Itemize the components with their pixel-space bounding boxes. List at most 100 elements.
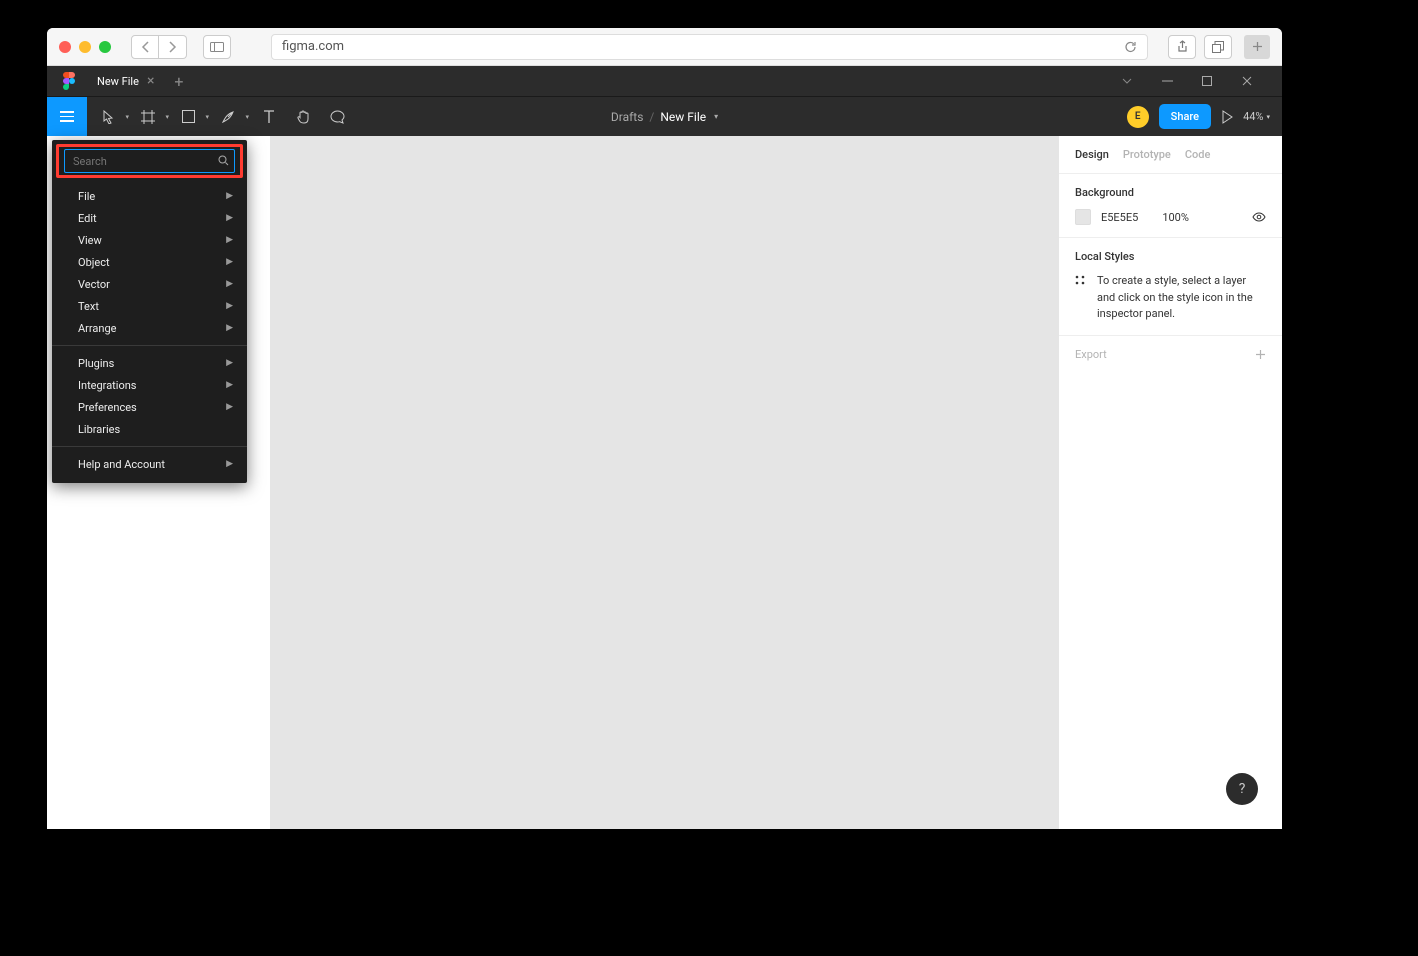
menu-item-edit[interactable]: Edit ▶: [52, 207, 247, 229]
move-tool[interactable]: ▾: [93, 97, 131, 137]
tabs-browser-button[interactable]: [1204, 35, 1232, 59]
figma-logo[interactable]: [51, 72, 87, 90]
present-button[interactable]: [1221, 110, 1233, 124]
main-menu-button[interactable]: [47, 97, 87, 137]
avatar[interactable]: E: [1127, 106, 1149, 128]
menu-item-label: Help and Account: [78, 458, 165, 471]
background-section: Background E5E5E5 100%: [1059, 174, 1282, 238]
menu-item-label: Integrations: [78, 379, 136, 392]
menu-item-object[interactable]: Object▶: [52, 251, 247, 273]
plus-icon: [1255, 349, 1266, 360]
pen-tool[interactable]: ▾: [213, 97, 251, 137]
menu-item-preferences[interactable]: Preferences▶: [52, 396, 247, 418]
figma-toolbar: ▾ ▾ ▾ ▾: [47, 96, 1282, 136]
tab-close-button[interactable]: ×: [147, 73, 154, 89]
menu-item-arrange[interactable]: Arrange▶: [52, 317, 247, 339]
refresh-button[interactable]: [1124, 40, 1137, 54]
sidebar-toggle-button[interactable]: [203, 35, 231, 59]
menu-item-view[interactable]: View▶: [52, 229, 247, 251]
tab-label: New File: [97, 75, 139, 88]
hand-tool[interactable]: [287, 97, 319, 137]
chevron-down-icon: ▾: [165, 113, 169, 121]
menu-item-text[interactable]: Text ▶: [52, 295, 247, 317]
shape-tool[interactable]: ▾: [173, 97, 211, 137]
share-icon: [1177, 40, 1188, 53]
menu-group-3: Help and Account ▶: [52, 449, 247, 479]
figma-logo-icon: [63, 72, 75, 90]
url-text: figma.com: [282, 39, 344, 54]
tab-code[interactable]: Code: [1185, 148, 1211, 161]
figma-tabbar: New File × +: [47, 66, 1282, 96]
maximize-app-button[interactable]: [1202, 76, 1230, 86]
export-section[interactable]: Export: [1059, 336, 1282, 373]
breadcrumb-separator: /: [649, 110, 654, 124]
local-styles-section: Local Styles To create a style, select a…: [1059, 238, 1282, 336]
comment-tool[interactable]: [321, 97, 353, 137]
figma-tab-active[interactable]: New File ×: [87, 66, 164, 96]
background-swatch[interactable]: [1075, 209, 1091, 225]
maximize-window-button[interactable]: [99, 41, 111, 53]
text-tool[interactable]: [253, 97, 285, 137]
menu-item-help-and-account[interactable]: Help and Account ▶: [52, 453, 247, 475]
close-window-button[interactable]: [59, 41, 71, 53]
menu-item-integrations[interactable]: Integrations ▶: [52, 374, 247, 396]
menu-search-wrap: [52, 140, 247, 181]
new-tab-button[interactable]: [1244, 35, 1270, 59]
menu-item-file[interactable]: File▶: [52, 185, 247, 207]
menu-item-label: Text: [78, 300, 99, 313]
background-hex[interactable]: E5E5E5: [1101, 211, 1138, 224]
menu-search-input[interactable]: [64, 149, 235, 173]
add-export-button[interactable]: [1255, 349, 1266, 360]
frame-tool[interactable]: ▾: [133, 97, 171, 137]
hand-icon: [296, 109, 311, 124]
breadcrumb-current[interactable]: New File: [660, 110, 706, 124]
frame-icon: [141, 110, 155, 124]
submenu-arrow-icon: ▶: [226, 380, 233, 390]
zoom-control[interactable]: 44% ▾: [1243, 110, 1270, 123]
menu-item-label: Object: [78, 256, 110, 269]
menu-item-label: Plugins: [78, 357, 114, 370]
menu-divider: [52, 345, 247, 346]
menu-item-plugins[interactable]: Plugins▶: [52, 352, 247, 374]
canvas[interactable]: [271, 136, 1058, 829]
share-button[interactable]: Share: [1159, 104, 1211, 129]
pen-icon: [221, 110, 235, 124]
background-opacity[interactable]: 100%: [1162, 211, 1189, 224]
submenu-arrow-icon: ▶: [226, 459, 233, 469]
background-title: Background: [1075, 186, 1266, 199]
menu-item-label: View: [78, 234, 102, 247]
tab-add-button[interactable]: +: [164, 72, 193, 91]
window-controls: [1122, 76, 1282, 86]
back-button[interactable]: [131, 35, 159, 59]
menu-divider: [52, 446, 247, 447]
forward-button[interactable]: [159, 35, 187, 59]
share-browser-button[interactable]: [1168, 35, 1196, 59]
tabs-icon: [1212, 41, 1224, 53]
browser-chrome: figma.com: [47, 28, 1282, 66]
expand-chevron-icon[interactable]: [1122, 78, 1150, 84]
menu-item-label: Vector: [78, 278, 110, 291]
tab-prototype[interactable]: Prototype: [1123, 148, 1171, 161]
breadcrumb[interactable]: Drafts / New File ▾: [611, 110, 718, 124]
minimize-app-button[interactable]: [1162, 80, 1190, 82]
comment-icon: [330, 110, 345, 124]
eye-icon: [1252, 212, 1266, 222]
chevron-down-icon: ▾: [125, 113, 129, 121]
visibility-toggle[interactable]: [1252, 212, 1266, 222]
background-row: E5E5E5 100%: [1075, 209, 1266, 225]
breadcrumb-parent[interactable]: Drafts: [611, 110, 644, 124]
right-panel-tabs: Design Prototype Code: [1059, 136, 1282, 174]
close-app-button[interactable]: [1242, 76, 1270, 86]
menu-item-vector[interactable]: Vector▶: [52, 273, 247, 295]
menu-item-label: File: [78, 190, 95, 203]
hamburger-icon: [60, 111, 74, 122]
url-bar[interactable]: figma.com: [271, 34, 1148, 60]
help-button[interactable]: ?: [1226, 773, 1258, 805]
tab-design[interactable]: Design: [1075, 148, 1109, 161]
browser-actions: [1168, 35, 1270, 59]
submenu-arrow-icon: ▶: [226, 213, 233, 223]
menu-item-label: Edit: [78, 212, 97, 225]
menu-item-libraries[interactable]: Libraries: [52, 418, 247, 440]
minimize-window-button[interactable]: [79, 41, 91, 53]
submenu-arrow-icon: ▶: [226, 301, 233, 311]
